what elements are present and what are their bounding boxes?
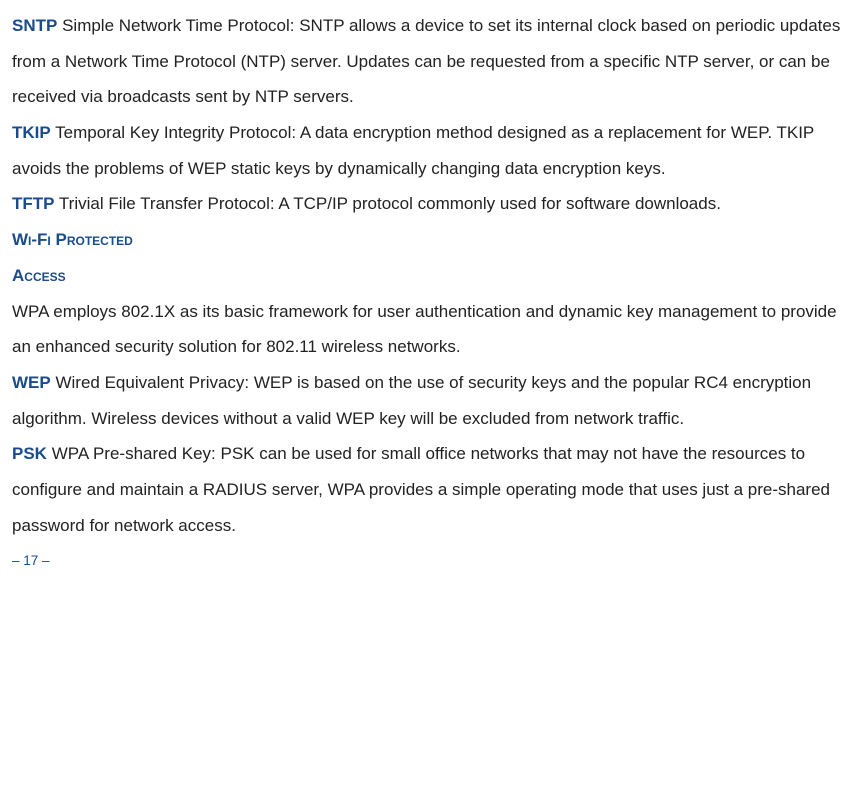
term-tftp: TFTP: [12, 194, 55, 213]
def-tftp: Trivial File Transfer Protocol: A TCP/IP…: [59, 194, 721, 213]
def-psk: WPA Pre-shared Key: PSK can be used for …: [12, 444, 830, 534]
term-sntp: SNTP: [12, 16, 57, 35]
heading-wpa-line1: Wi-Fi Protected: [12, 222, 850, 258]
def-sntp: Simple Network Time Protocol: SNTP allow…: [12, 16, 840, 106]
term-tkip: TKIP: [12, 123, 51, 142]
def-wpa: WPA employs 802.1X as its basic framewor…: [12, 302, 837, 357]
def-tkip: Temporal Key Integrity Protocol: A data …: [12, 123, 814, 178]
entry-sntp: SNTP Simple Network Time Protocol: SNTP …: [12, 8, 850, 115]
entry-tkip: TKIP Temporal Key Integrity Protocol: A …: [12, 115, 850, 186]
entry-tftp: TFTP Trivial File Transfer Protocol: A T…: [12, 186, 850, 222]
entry-wpa: WPA employs 802.1X as its basic framewor…: [12, 294, 850, 365]
page-number: – 17 –: [12, 547, 850, 575]
term-wep: WEP: [12, 373, 51, 392]
entry-psk: PSK WPA Pre-shared Key: PSK can be used …: [12, 436, 850, 543]
entry-wep: WEP Wired Equivalent Privacy: WEP is bas…: [12, 365, 850, 436]
def-wep: Wired Equivalent Privacy: WEP is based o…: [12, 373, 811, 428]
heading-wpa-line2: Access: [12, 258, 850, 294]
term-psk: PSK: [12, 444, 47, 463]
glossary-content: SNTP Simple Network Time Protocol: SNTP …: [12, 8, 850, 576]
